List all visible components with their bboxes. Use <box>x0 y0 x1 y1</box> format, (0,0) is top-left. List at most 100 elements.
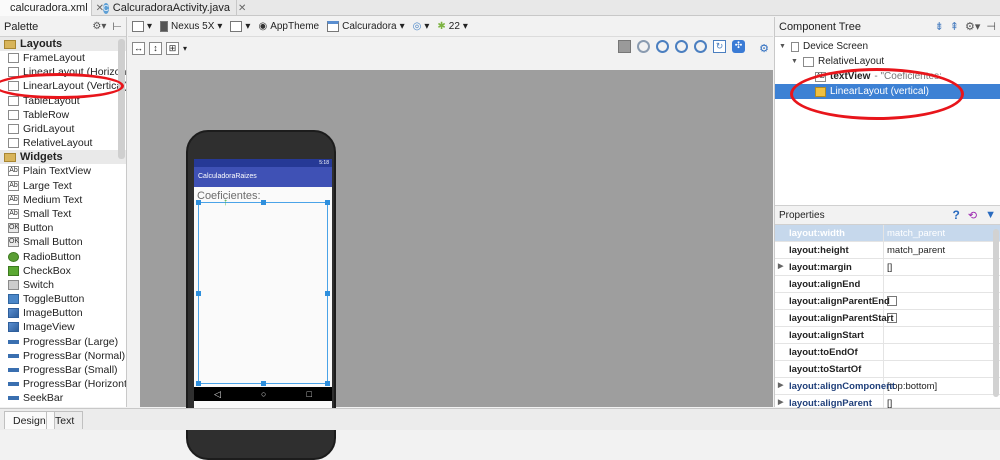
expand-arrow-icon[interactable]: ▶ <box>778 262 783 270</box>
palette-item-progressbar-large[interactable]: ProgressBar (Large) <box>0 335 126 349</box>
theme-selector[interactable]: ◉ AppTheme <box>258 21 319 32</box>
palette-item-small-text[interactable]: Ab Small Text <box>0 207 126 221</box>
coeficientes-textview[interactable]: Coeficientes: <box>197 190 261 202</box>
resize-handle[interactable] <box>196 381 201 386</box>
collapse-all-icon[interactable]: ⇞ <box>950 20 959 33</box>
palette-item-plain-textview[interactable]: Ab Plain TextView <box>0 164 126 178</box>
property-value[interactable] <box>883 275 1000 293</box>
palette-item-linearlayout-vertical[interactable]: LinearLayout (Vertical) <box>0 79 126 93</box>
property-value[interactable] <box>883 343 1000 361</box>
hide-panel-icon[interactable]: ⊣ <box>986 20 996 33</box>
property-row[interactable]: layout:height match_parent <box>775 241 1000 259</box>
resize-handle[interactable] <box>325 200 330 205</box>
tab-calcuradora-activity-java[interactable]: C CalcuradoraActivity.java ✕ <box>97 0 246 16</box>
palette-scrollbar[interactable] <box>118 39 125 159</box>
property-value[interactable] <box>883 326 1000 344</box>
tab-text[interactable]: Text <box>46 411 84 429</box>
item-label: Switch <box>23 278 54 291</box>
resize-handle[interactable] <box>261 381 266 386</box>
zoom-out-icon[interactable] <box>675 40 688 53</box>
palette-item-button[interactable]: OK Button <box>0 221 126 235</box>
filter-icon[interactable]: ▼ <box>985 209 996 221</box>
palette-item-switch[interactable]: Switch <box>0 278 126 292</box>
palette-item-radiobutton[interactable]: RadioButton <box>0 249 126 263</box>
expand-arrow-icon[interactable]: ▶ <box>778 398 783 406</box>
property-value[interactable]: [top:bottom] <box>883 377 1000 395</box>
palette-item-imagebutton[interactable]: ImageButton <box>0 306 126 320</box>
palette-group-widgets[interactable]: Widgets <box>0 150 126 165</box>
property-row[interactable]: layout:toStartOf <box>775 360 1000 378</box>
property-row[interactable]: layout:alignStart <box>775 326 1000 344</box>
tab-calcuradora-xml[interactable]: calcuradora.xml ✕ <box>0 0 104 16</box>
resize-handle[interactable] <box>325 291 330 296</box>
palette-item-large-text[interactable]: Ab Large Text <box>0 179 126 193</box>
help-icon[interactable]: ? <box>953 208 960 222</box>
property-row[interactable]: layout:alignParentStart <box>775 309 1000 327</box>
chevron-down-icon[interactable]: ▾ <box>183 44 187 53</box>
grid-icon[interactable]: ⊞ <box>166 41 179 55</box>
tree-node-relativelayout[interactable]: ▼ RelativeLayout <box>775 54 1000 69</box>
resize-handle[interactable] <box>196 200 201 205</box>
palette-item-tablerow[interactable]: TableRow <box>0 108 126 122</box>
gear-icon[interactable]: ⚙▾ <box>92 21 106 32</box>
resize-handle[interactable] <box>196 291 201 296</box>
property-row[interactable]: layout:alignParentEnd <box>775 292 1000 310</box>
property-value[interactable]: match_parent <box>883 241 1000 259</box>
palette-item-framelayout[interactable]: FrameLayout <box>0 51 126 65</box>
expand-arrow-icon[interactable]: ▶ <box>778 381 783 389</box>
device-selector[interactable]: Nexus 5X ▾ <box>160 21 222 32</box>
tree-node-textview[interactable]: Ab textView - "Coeficientes: <box>775 69 1000 84</box>
palette-item-seekbar[interactable]: SeekBar <box>0 391 126 405</box>
property-row[interactable]: ▶ layout:margin [] <box>775 258 1000 276</box>
resize-handle[interactable] <box>325 381 330 386</box>
gear-icon[interactable]: ⚙▾ <box>965 20 980 33</box>
zoom-fit-icon[interactable] <box>694 40 707 53</box>
refresh-icon[interactable]: ↻ <box>713 40 726 53</box>
palette-item-imageview[interactable]: ImageView <box>0 320 126 334</box>
palette-group-layouts[interactable]: Layouts <box>0 37 126 51</box>
palette-item-linearlayout-horizontal[interactable]: LinearLayout (Horizontal) <box>0 65 126 79</box>
palette-item-tablelayout[interactable]: TableLayout <box>0 94 126 108</box>
layout-variants-button[interactable]: ▾ <box>132 21 152 32</box>
tree-node-linearlayout-vertical[interactable]: LinearLayout (vertical) <box>775 84 1000 99</box>
selected-linear-layout[interactable]: ↑ <box>196 197 330 386</box>
close-icon[interactable]: ✕ <box>238 3 246 14</box>
palette-item-small-button[interactable]: OK Small Button <box>0 235 126 249</box>
grid-layout-icon <box>8 124 19 135</box>
restore-default-icon[interactable]: ⟲ <box>968 209 977 222</box>
palette-item-gridlayout[interactable]: GridLayout <box>0 122 126 136</box>
property-value[interactable]: [] <box>883 258 1000 276</box>
error-icon[interactable]: ✣ <box>732 40 745 53</box>
orientation-selector[interactable]: ▾ <box>230 21 250 32</box>
palette-item-checkbox[interactable]: CheckBox <box>0 264 126 278</box>
property-value[interactable] <box>883 360 1000 378</box>
property-row[interactable]: ▶ layout:alignComponent [top:bottom] <box>775 377 1000 395</box>
palette-item-relativelayout[interactable]: RelativeLayout <box>0 136 126 150</box>
palette-item-progressbar-small[interactable]: ProgressBar (Small) <box>0 363 126 377</box>
fill-width-icon[interactable]: ↔ <box>132 41 145 55</box>
activity-selector[interactable]: Calcuradora ▾ <box>327 21 405 32</box>
design-canvas[interactable]: 5:18 CalculadoraRaizes Coeficientes: ↑ ◁ <box>140 70 773 460</box>
palette-item-progressbar-normal[interactable]: ProgressBar (Normal) <box>0 349 126 363</box>
palette-item-medium-text[interactable]: Ab Medium Text <box>0 193 126 207</box>
api-selector[interactable]: ✱ 22 ▾ <box>437 21 468 32</box>
locale-selector[interactable]: ◎ ▾ <box>413 21 430 32</box>
collapse-arrow-icon[interactable]: ▼ <box>779 43 787 50</box>
hide-panel-icon[interactable]: ⊢ <box>112 20 122 33</box>
gear-icon[interactable]: ⚙ <box>759 42 769 55</box>
property-row[interactable]: layout:alignEnd <box>775 275 1000 293</box>
fill-height-icon[interactable]: ↕ <box>149 41 162 55</box>
palette-item-togglebutton[interactable]: ToggleButton <box>0 292 126 306</box>
zoom-in-icon[interactable] <box>656 40 669 53</box>
properties-scrollbar[interactable] <box>993 229 999 397</box>
zoom-actual-icon[interactable] <box>637 40 650 53</box>
resize-handle[interactable] <box>261 200 266 205</box>
tree-node-device-screen[interactable]: ▼ Device Screen <box>775 39 1000 54</box>
property-row[interactable]: layout:toEndOf <box>775 343 1000 361</box>
expand-all-icon[interactable]: ⇟ <box>935 20 944 33</box>
collapse-arrow-icon[interactable]: ▼ <box>791 58 799 65</box>
palette-item-progressbar-horizontal[interactable]: ProgressBar (Horizontal) <box>0 377 126 391</box>
pan-icon[interactable] <box>618 40 631 53</box>
property-value[interactable]: match_parent <box>883 224 1000 242</box>
property-row[interactable]: layout:width match_parent <box>775 224 1000 242</box>
